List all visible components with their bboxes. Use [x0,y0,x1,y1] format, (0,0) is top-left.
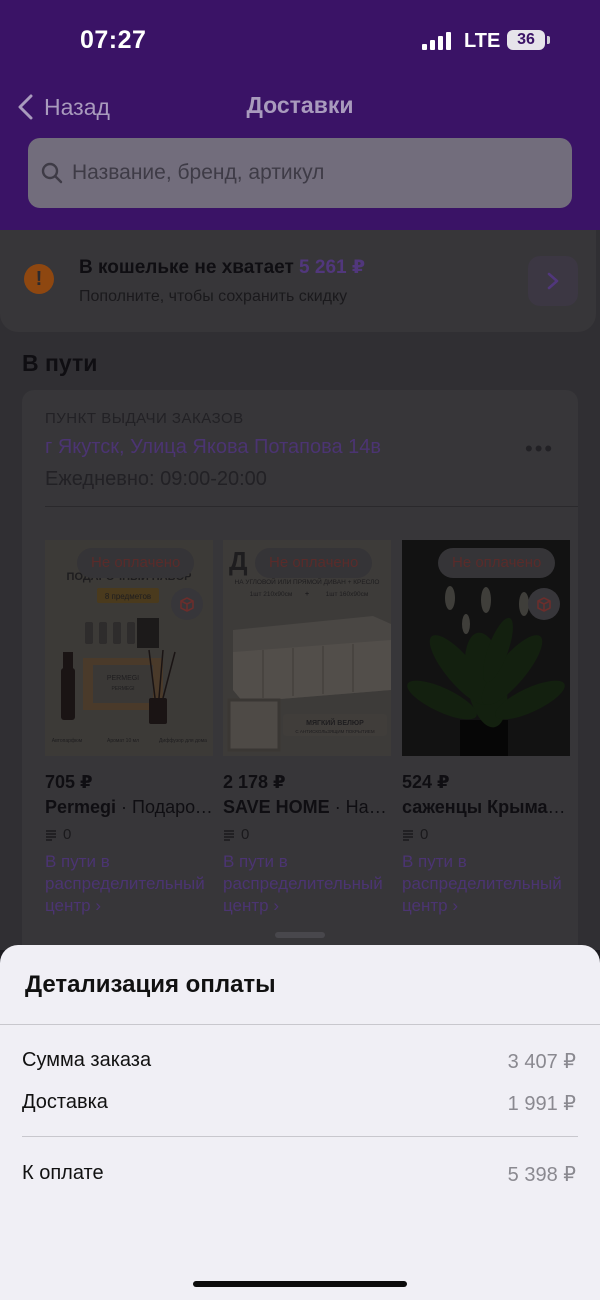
order-sum-label: Сумма заказа [22,1049,152,1071]
delivery-status-link[interactable]: В пути в распределительный центр › [402,851,570,917]
more-options-icon[interactable]: ••• [525,436,554,462]
delivery-status-link[interactable]: В пути в распределительный центр › [45,851,213,917]
unpaid-badge: Не оплачено [255,548,373,578]
wallet-title: В кошельке не хватает 5 261 ₽ [79,257,366,278]
unpaid-badge: Не оплачено [77,548,195,578]
delivery-status-link[interactable]: В пути в распределительный центр › [223,851,391,917]
box-icon [171,588,203,620]
img-size1: 1шт 210х90см [250,591,293,598]
search-input[interactable] [72,161,542,185]
delivery-cost-value: 1 991 ₽ [507,1093,576,1115]
home-indicator [193,1281,407,1287]
product-price: 705 ₽ [45,772,93,792]
search-icon [41,162,63,184]
svg-text:+: + [305,591,309,598]
network-type: LTE [464,30,501,52]
pickup-card: ПУНКТ ВЫДАЧИ ЗАКАЗОВ г Якутск, Улица Яко… [22,390,578,970]
divider [22,1136,578,1137]
product-card[interactable]: Д НА УГЛОВОЙ ИЛИ ПРЯМОЙ ДИВАН + КРЕСЛО 1… [223,540,391,917]
sheet-title: Детализация оплаты [25,971,276,998]
battery-icon: 36 [507,30,545,50]
pickup-address[interactable]: г Якутск, Улица Якова Потапова 14в [45,436,381,459]
img-heading: Д [229,546,248,576]
product-card[interactable]: Не оплачено 524 ₽ саженцы Крыма · Спатиф… [402,540,570,917]
signal-icon [422,32,452,50]
total-value: 5 398 ₽ [507,1164,576,1186]
img-caption-mid: Аромат 10 мл [107,738,139,744]
wallet-topup-button[interactable] [528,256,578,306]
review-count: 0 [223,826,391,843]
nav-bar: Назад Доставки [0,82,600,130]
delivery-cost-label: Доставка [22,1091,108,1113]
deliveries-content: ! В кошельке не хватает 5 261 ₽ Пополнит… [0,230,600,970]
app-header: 07:27 LTE 36 Назад Доставки [0,0,600,230]
wallet-subtitle: Пополните, чтобы сохранить скидку [79,288,348,305]
wallet-banner[interactable]: ! В кошельке не хватает 5 261 ₽ Пополнит… [0,230,596,332]
status-bar: 07:27 LTE 36 [0,0,600,80]
product-name: SAVE HOME · Накидка на диван [223,797,391,817]
sheet-drag-handle[interactable] [275,932,325,938]
payment-details-sheet: Детализация оплаты Сумма заказа 3 407 ₽ … [0,945,600,1300]
review-count: 0 [45,826,213,843]
divider [0,1024,600,1025]
total-label: К оплате [22,1162,104,1184]
product-image: Не оплачено [402,540,570,756]
battery-tip [547,36,550,44]
box-icon [528,588,560,620]
img-caption-left: Автопарфюм [52,738,83,744]
pickup-label: ПУНКТ ВЫДАЧИ ЗАКАЗОВ [45,410,244,427]
divider [45,506,578,507]
img-line1: НА УГЛОВОЙ ИЛИ ПРЯМОЙ ДИВАН + КРЕСЛО [235,577,380,586]
img-sub: PERMEGI [111,686,134,692]
warning-icon: ! [24,264,54,294]
review-count: 0 [402,826,570,843]
lines-icon [46,829,56,841]
page-title: Доставки [246,92,354,118]
section-title-in-transit: В пути [22,350,98,376]
product-price: 2 178 ₽ [223,772,286,792]
img-tag: 8 предметов [105,592,151,601]
img-size2: 1шт 160х90см [326,591,369,598]
unpaid-badge: Не оплачено [438,548,556,578]
lines-icon [224,829,234,841]
order-sum-value: 3 407 ₽ [507,1051,576,1073]
product-name: саженцы Крыма · Спатифиллум [402,797,570,817]
img-caption: МЯГКИЙ ВЕЛЮР [306,718,364,727]
img-caption-sub: С АНТИСКОЛЬЗЯЩИМ ПОКРЫТИЕМ [295,729,375,734]
lines-icon [403,829,413,841]
status-time: 07:27 [80,26,147,54]
chevron-right-icon [547,272,559,290]
img-caption-right: Диффузор для дома [159,738,207,744]
product-card[interactable]: ПОДАРОЧНЫЙ НАБОР 8 предметов PERMEGI PER… [45,540,213,917]
wallet-amount: 5 261 ₽ [299,257,366,278]
img-brand: PERMEGI [107,675,139,682]
product-name: Permegi · Подарочный набор [45,797,213,817]
search-bar[interactable] [28,138,572,208]
product-price: 524 ₽ [402,772,450,792]
product-image: ПОДАРОЧНЫЙ НАБОР 8 предметов PERMEGI PER… [45,540,213,756]
product-image: Д НА УГЛОВОЙ ИЛИ ПРЯМОЙ ДИВАН + КРЕСЛО 1… [223,540,391,756]
pickup-hours: Ежедневно: 09:00-20:00 [45,468,267,490]
